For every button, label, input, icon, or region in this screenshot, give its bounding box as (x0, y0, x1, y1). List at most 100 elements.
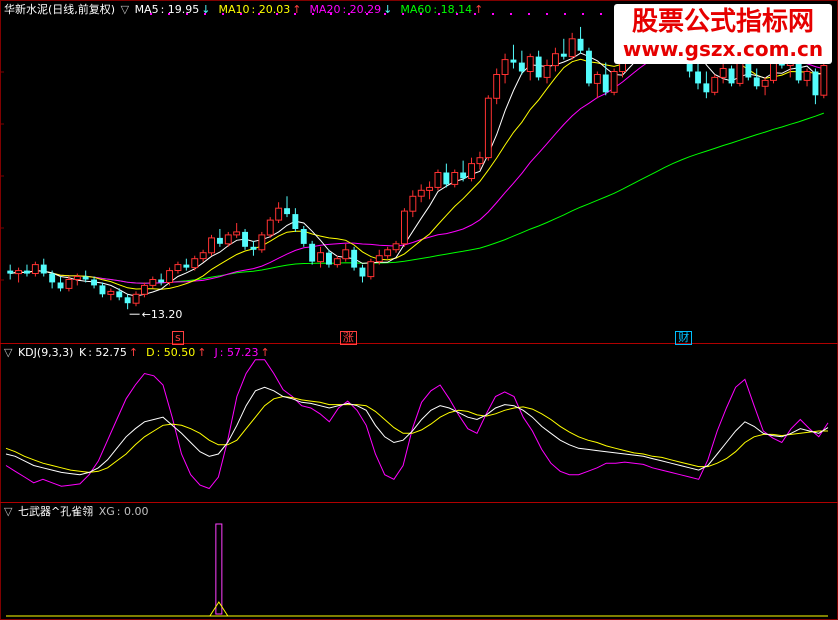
top-dot-marker (546, 13, 548, 15)
candle-down (292, 214, 299, 229)
legend-k: K: 52.75 ↑ (78, 346, 139, 359)
arrow-down-icon: ↓ (201, 3, 211, 16)
top-dot-marker (564, 13, 566, 15)
top-dot-marker (582, 13, 584, 15)
stock-name: 华新水泥(日线,前复权) (4, 3, 116, 16)
legend-value: 0.00 (123, 505, 149, 518)
watermark-url: www.gszx.com.cn (622, 37, 824, 61)
candle-down (560, 53, 567, 57)
candle-up (275, 207, 283, 221)
candle-up (266, 219, 274, 236)
legend-value: 52.75 (95, 346, 127, 359)
candle-up (233, 231, 241, 236)
candle-down (57, 282, 64, 289)
xg-title: 七武器^孔雀翎 (17, 505, 94, 518)
candle-down (49, 273, 56, 283)
candle-down (40, 264, 47, 274)
legend-ma5: MA5: 19.95 ↓ (134, 3, 211, 16)
candle-down (99, 285, 106, 295)
arrow-down-icon: ↓ (383, 3, 393, 16)
legend-name: J (214, 346, 218, 359)
event-marker[interactable]: 涨 (339, 331, 357, 345)
chart-svg: ←13.20 (0, 0, 838, 620)
candle-up (333, 258, 341, 266)
candle-up (224, 234, 232, 245)
arrow-up-icon: ↑ (292, 3, 302, 16)
legend-j: J: 57.23 ↑ (214, 346, 270, 359)
candle-down (695, 71, 701, 84)
legend-name: MA5 (134, 3, 159, 16)
legend-ma20: MA20: 20.29 ↓ (309, 3, 393, 16)
candle-up (342, 249, 350, 260)
candle-up (208, 237, 216, 254)
candle-down (242, 231, 248, 247)
candle-down (91, 279, 97, 286)
legend-value: 50.50 (163, 346, 196, 359)
candle-up (141, 284, 148, 295)
legend-name: K (78, 346, 87, 359)
candle-down (183, 264, 190, 268)
candle-down (300, 229, 307, 244)
candle-down (535, 56, 542, 78)
candle-down (443, 172, 450, 185)
candle-up (451, 172, 459, 185)
candle-up (610, 71, 618, 93)
candle-up (107, 290, 115, 295)
arrow-up-icon: ↑ (474, 3, 484, 16)
candle-up (384, 249, 392, 257)
legend-name: D (146, 346, 155, 359)
ma10-line (10, 41, 824, 290)
candle-up (426, 186, 434, 191)
candle-up (736, 62, 744, 84)
watermark-title: 股票公式指标网 (631, 7, 814, 37)
arrow-up-icon: ↑ (197, 346, 207, 359)
legend-value: 19.95 (167, 3, 200, 16)
candle-down (577, 38, 584, 51)
candle-up (392, 243, 400, 251)
legend-d: D: 50.50 ↑ (146, 346, 207, 359)
candle-up (468, 163, 476, 180)
candle-up (65, 279, 73, 289)
kdj-j-line (5, 359, 829, 490)
candle-down (460, 172, 467, 179)
watermark-logo: 股票公式指标网 www.gszx.com.cn (614, 4, 832, 64)
collapse-triangle-icon[interactable]: ▽ (4, 505, 12, 518)
event-marker[interactable]: 财 (675, 331, 693, 345)
candle-up (711, 76, 719, 93)
candle-down (745, 62, 752, 78)
candle-down (309, 243, 316, 262)
price-header: 华新水泥(日线,前复权) ▽ MA5: 19.95 ↓ MA10: 20.03 ↑ MA… (4, 3, 493, 17)
candle-up (401, 210, 408, 245)
candle-down (24, 270, 30, 274)
legend-value: 20.29 (349, 3, 382, 16)
candle-down (351, 249, 358, 268)
kdj-header: ▽ KDJ(9,3,3) K: 52.75 ↑ D: 50.50 ↑ J: 57.23 ↑ (4, 346, 280, 360)
collapse-triangle-icon[interactable]: ▽ (121, 3, 129, 16)
candle-up (199, 252, 207, 260)
candle-up (174, 264, 182, 272)
candle-up (526, 56, 534, 72)
ma20-line (10, 53, 824, 284)
xg-legend: XG: 0.00 (99, 505, 157, 518)
candle-down (116, 291, 123, 298)
candle-up (484, 97, 492, 159)
candle-up (375, 255, 383, 263)
candle-down (284, 208, 290, 215)
candle-down (124, 297, 131, 304)
candle-up (820, 65, 828, 96)
candle-up (191, 258, 199, 269)
event-marker[interactable]: s (171, 331, 184, 345)
candle-up (501, 59, 509, 75)
candle-down (82, 276, 89, 280)
arrow-up-icon: ↑ (128, 346, 139, 359)
candle-up (543, 65, 551, 78)
candle-up (15, 270, 23, 275)
arrow-up-icon: ↑ (260, 346, 270, 359)
collapse-triangle-icon[interactable]: ▽ (4, 346, 12, 359)
kdj-legend: K: 52.75 ↑ D: 50.50 ↑ J: 57.23 ↑ (79, 346, 278, 359)
candle-up (409, 195, 417, 212)
top-dot-marker (510, 13, 512, 15)
chart-frame (0, 0, 838, 620)
legend-name: MA60 (400, 3, 432, 16)
legend-value: 20.03 (258, 3, 291, 16)
